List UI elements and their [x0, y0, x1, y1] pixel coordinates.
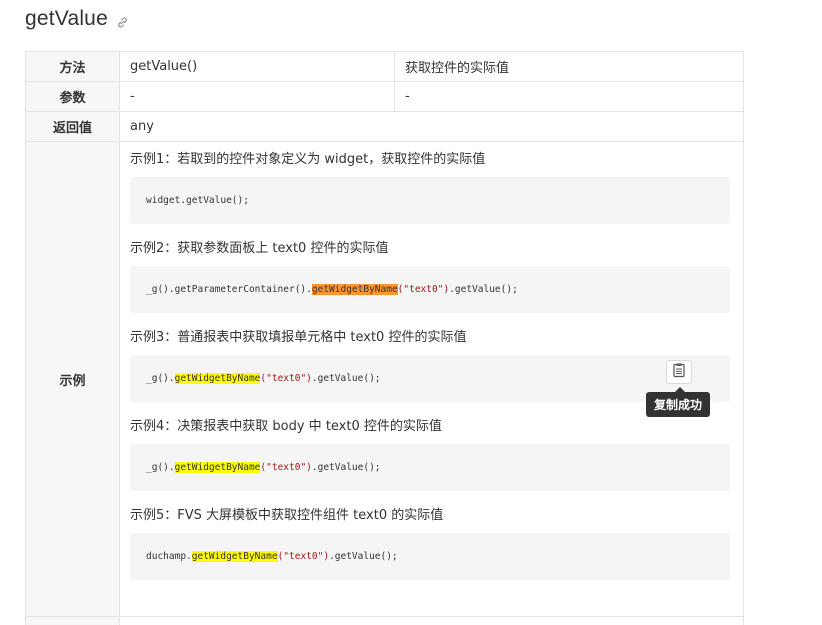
- table-row-tail: [25, 616, 744, 625]
- code-text: _g().: [146, 373, 175, 384]
- row-label-returns: 返回值: [25, 111, 120, 142]
- code-block: _g().getParameterContainer(). getWidgetBy…: [130, 266, 730, 313]
- example-title: 示例2：获取参数面板上 text0 控件的实际值: [130, 241, 389, 256]
- row-label-params: 参数: [25, 81, 120, 112]
- api-table: 方法 getValue() 获取控件的实际值 参数 - - 返回值 any 示例…: [25, 51, 744, 625]
- examples-cell: 示例1：若取到的控件对象定义为 widget，获取控件的实际值 widget.g…: [119, 141, 744, 617]
- code-string: ("text0"): [277, 551, 330, 562]
- method-description: 获取控件的实际值: [394, 51, 744, 82]
- code-text: widget.getValue();: [146, 195, 249, 206]
- page-title: getValue: [25, 7, 108, 30]
- code-string: ("text0"): [397, 284, 450, 295]
- row-label-empty: [25, 616, 120, 625]
- params-value-2: -: [394, 81, 744, 112]
- clipboard-icon: [672, 363, 686, 382]
- method-signature: getValue(): [119, 51, 395, 82]
- code-text: .getValue();: [449, 284, 518, 295]
- link-icon[interactable]: [116, 14, 130, 28]
- table-row-examples: 示例 示例1：若取到的控件对象定义为 widget，获取控件的实际值 widge…: [25, 141, 744, 617]
- code-text: .getValue();: [311, 462, 381, 473]
- code-string: ("text0"): [260, 462, 312, 473]
- code-text: duchamp.: [146, 551, 192, 562]
- table-row-returns: 返回值 any: [25, 111, 744, 142]
- code-block: _g(). getWidgetByName ("text0") .getValue()…: [130, 355, 730, 402]
- code-block: widget.getValue();: [130, 177, 730, 224]
- code-block: _g(). getWidgetByName ("text0") .getValue()…: [130, 444, 730, 491]
- example-title: 示例3：普通报表中获取填报单元格中 text0 控件的实际值: [130, 330, 467, 345]
- code-text: _g().getParameterContainer().: [146, 284, 312, 295]
- code-block: duchamp. getWidgetByName ("text0") .getValu…: [130, 533, 730, 580]
- params-value-1: -: [119, 81, 395, 112]
- example-title: 示例4：决策报表中获取 body 中 text0 控件的实际值: [130, 419, 442, 434]
- copy-button[interactable]: [666, 360, 692, 384]
- code-highlight: getWidgetByName: [174, 373, 261, 384]
- code-text: .getValue();: [329, 551, 398, 562]
- table-row-params: 参数 - -: [25, 81, 744, 112]
- code-string: ("text0"): [260, 373, 312, 384]
- row-label-method: 方法: [25, 51, 120, 82]
- code-highlight: getWidgetByName: [191, 551, 278, 562]
- code-highlight: getWidgetByName: [311, 284, 398, 295]
- code-text: _g().: [146, 462, 175, 473]
- tail-cell: [119, 616, 744, 625]
- code-text: .getValue();: [311, 373, 381, 384]
- row-label-examples: 示例: [25, 141, 120, 617]
- returns-value: any: [119, 111, 744, 142]
- table-row-method: 方法 getValue() 获取控件的实际值: [25, 51, 744, 82]
- doc-page: getValue 方法 getValue() 获取控件的实际值 参数 - - 返…: [0, 0, 822, 625]
- code-highlight: getWidgetByName: [174, 462, 261, 473]
- example-title: 示例5：FVS 大屏模板中获取控件组件 text0 的实际值: [130, 508, 444, 523]
- title-row: getValue: [25, 4, 130, 34]
- example-title: 示例1：若取到的控件对象定义为 widget，获取控件的实际值: [130, 152, 486, 167]
- copy-tooltip: 复制成功: [646, 387, 710, 417]
